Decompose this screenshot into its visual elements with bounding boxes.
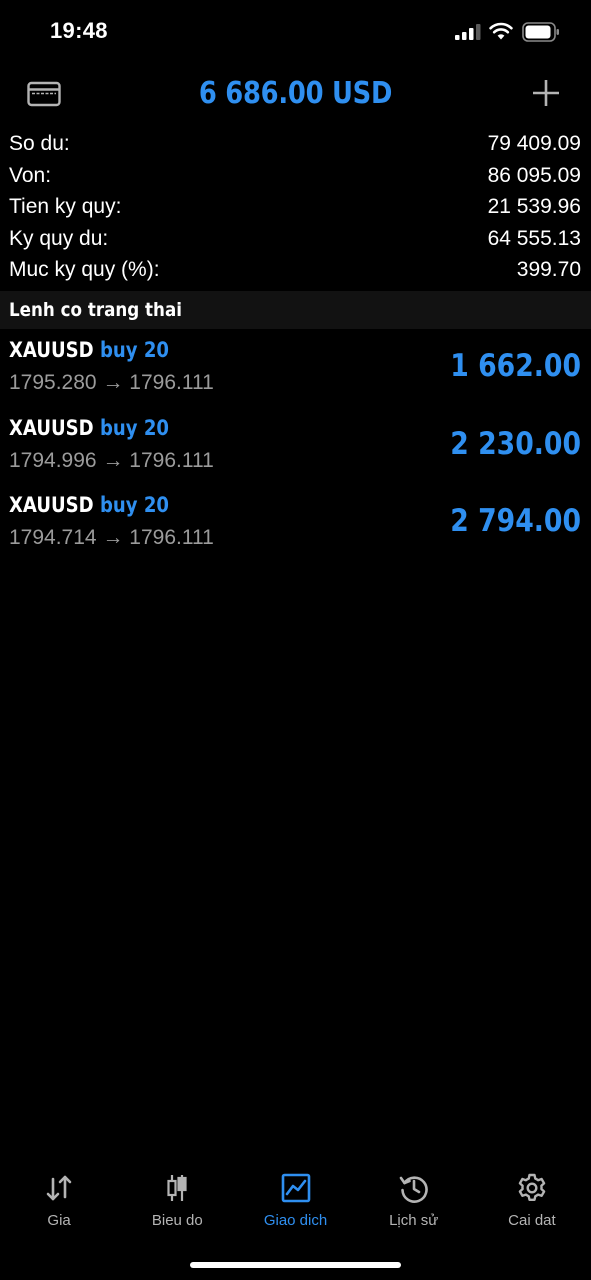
header: 6 686.00 USD bbox=[0, 64, 591, 126]
position-type: buy 20 bbox=[99, 415, 169, 440]
position-profit: 2 794.00 bbox=[450, 503, 581, 539]
position-open-price: 1794.714 bbox=[9, 526, 97, 549]
tab-trade[interactable]: Giao dich bbox=[236, 1160, 354, 1240]
position-type: buy 20 bbox=[99, 338, 169, 362]
arrow-right-icon: → bbox=[102, 371, 124, 394]
free-margin-value: 64 555.13 bbox=[487, 226, 581, 250]
wifi-icon bbox=[489, 22, 513, 40]
section-title: Lenh co trang thai bbox=[9, 299, 182, 321]
positions-section-header: Lenh co trang thai bbox=[0, 291, 591, 329]
free-margin-label: Ky quy du: bbox=[9, 226, 109, 250]
position-row[interactable]: XAUUSD buy 20 1794.714 → 1796.111 2 794.… bbox=[0, 489, 591, 567]
position-current-price: 1796.111 bbox=[129, 448, 214, 472]
position-profit: 1 662.00 bbox=[450, 348, 581, 384]
tab-chart[interactable]: Bieu do bbox=[118, 1160, 236, 1240]
position-symbol: XAUUSD bbox=[9, 415, 94, 440]
status-bar: 19:48 bbox=[0, 0, 591, 64]
position-row[interactable]: XAUUSD buy 20 1794.996 → 1796.111 2 230.… bbox=[0, 412, 591, 490]
account-summary: So du: 79 409.09 Von: 86 095.09 Tien ky … bbox=[0, 128, 591, 286]
position-header: XAUUSD buy 20 bbox=[9, 416, 169, 440]
position-row[interactable]: XAUUSD buy 20 1795.280 → 1796.111 1 662.… bbox=[0, 334, 591, 412]
position-open-price: 1795.280 bbox=[9, 371, 97, 394]
margin-level-row: Muc ky quy (%): 399.70 bbox=[0, 254, 591, 286]
arrow-right-icon: → bbox=[102, 526, 124, 549]
trade-chart-icon bbox=[281, 1173, 310, 1203]
positions-list: XAUUSD buy 20 1795.280 → 1796.111 1 662.… bbox=[0, 334, 591, 567]
position-prices: 1794.714 → 1796.111 bbox=[9, 526, 214, 550]
margin-label: Tien ky quy: bbox=[9, 195, 122, 218]
position-current-price: 1796.111 bbox=[129, 526, 214, 549]
plus-icon[interactable] bbox=[531, 78, 561, 108]
margin-row: Tien ky quy: 21 539.96 bbox=[0, 191, 591, 223]
tab-label: Giao dich bbox=[263, 1212, 328, 1229]
equity-row: Von: 86 095.09 bbox=[0, 160, 591, 192]
cellular-signal-icon bbox=[455, 24, 481, 40]
battery-icon bbox=[522, 22, 559, 42]
tab-settings[interactable]: Cai dat bbox=[473, 1160, 591, 1240]
balance-title: 6 686.00 USD bbox=[198, 76, 393, 111]
tab-label: Gia bbox=[47, 1212, 71, 1229]
free-margin-row: Ky quy du: 64 555.13 bbox=[0, 223, 591, 255]
tab-bar: Gia Bieu do Giao dich Lịch sử Cai dat bbox=[0, 1160, 591, 1240]
position-open-price: 1794.996 bbox=[9, 448, 97, 472]
position-header: XAUUSD buy 20 bbox=[9, 338, 169, 362]
status-time: 19:48 bbox=[50, 18, 108, 43]
margin-level-label: Muc ky quy (%): bbox=[9, 258, 160, 281]
position-current-price: 1796.111 bbox=[129, 371, 214, 394]
candlestick-icon bbox=[167, 1175, 187, 1201]
balance-value: 79 409.09 bbox=[487, 132, 581, 155]
position-symbol: XAUUSD bbox=[9, 338, 94, 362]
position-header: XAUUSD buy 20 bbox=[9, 493, 169, 517]
tab-quotes[interactable]: Gia bbox=[0, 1160, 118, 1240]
tab-label: Bieu do bbox=[151, 1212, 203, 1229]
position-profit: 2 230.00 bbox=[450, 425, 581, 462]
margin-level-value: 399.70 bbox=[516, 258, 581, 281]
history-clock-icon bbox=[399, 1176, 428, 1203]
balance-row: So du: 79 409.09 bbox=[0, 128, 591, 160]
position-type: buy 20 bbox=[99, 493, 169, 517]
tab-history[interactable]: Lịch sử bbox=[355, 1160, 473, 1240]
position-prices: 1795.280 → 1796.111 bbox=[9, 371, 214, 395]
position-prices: 1794.996 → 1796.111 bbox=[9, 449, 214, 473]
position-symbol: XAUUSD bbox=[9, 493, 94, 517]
balance-label: So du: bbox=[9, 132, 70, 155]
home-indicator[interactable] bbox=[190, 1262, 401, 1268]
arrow-right-icon: → bbox=[102, 448, 124, 472]
equity-value: 86 095.09 bbox=[487, 163, 581, 187]
equity-label: Von: bbox=[9, 163, 52, 187]
gear-icon bbox=[518, 1173, 546, 1201]
arrows-updown-icon bbox=[46, 1175, 72, 1201]
tab-label: Lịch sử bbox=[389, 1212, 439, 1229]
margin-value: 21 539.96 bbox=[487, 195, 581, 218]
tab-label: Cai dat bbox=[508, 1212, 556, 1229]
